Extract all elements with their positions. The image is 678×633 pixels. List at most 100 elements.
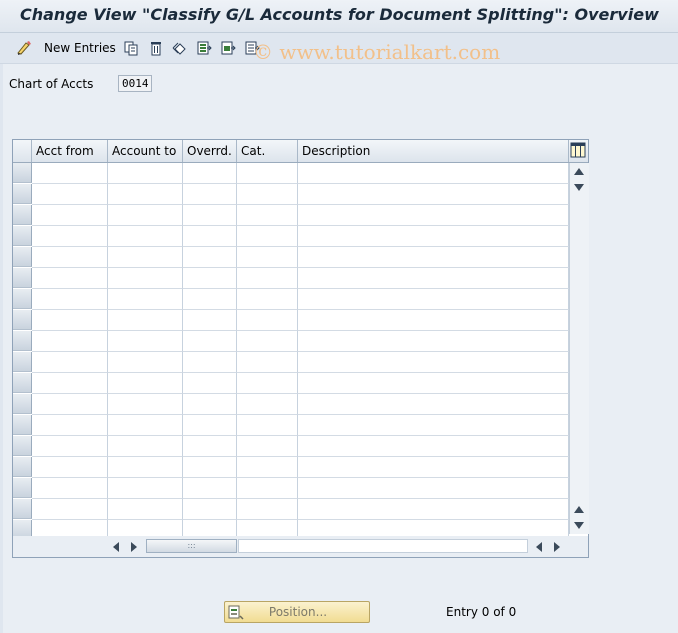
scroll-page-down-icon[interactable] xyxy=(574,522,584,529)
table-cell[interactable] xyxy=(183,373,237,394)
table-cell[interactable] xyxy=(237,352,298,373)
table-cell[interactable] xyxy=(32,247,108,268)
table-cell[interactable] xyxy=(183,289,237,310)
table-cell[interactable] xyxy=(108,394,183,415)
table-cell[interactable] xyxy=(108,184,183,205)
scroll-left-end-icon[interactable] xyxy=(536,542,542,552)
table-cell[interactable] xyxy=(183,184,237,205)
horizontal-scroll-track[interactable] xyxy=(238,539,528,553)
table-cell[interactable] xyxy=(298,205,569,226)
row-selector[interactable] xyxy=(13,205,32,225)
table-cell[interactable] xyxy=(32,289,108,310)
table-cell[interactable] xyxy=(183,457,237,478)
table-cell[interactable] xyxy=(298,394,569,415)
table-cell[interactable] xyxy=(108,499,183,520)
row-selector[interactable] xyxy=(13,478,32,498)
table-cell[interactable] xyxy=(183,163,237,184)
table-cell[interactable] xyxy=(237,415,298,436)
scroll-page-up-icon[interactable] xyxy=(574,506,584,513)
horizontal-scroll-thumb[interactable]: ::: xyxy=(146,539,237,553)
table-cell[interactable] xyxy=(183,394,237,415)
select-block-icon[interactable] xyxy=(219,38,237,58)
new-entries-button[interactable]: New Entries xyxy=(44,38,116,58)
row-selector[interactable] xyxy=(13,373,32,393)
table-cell[interactable] xyxy=(237,205,298,226)
table-cell[interactable] xyxy=(183,205,237,226)
table-cell[interactable] xyxy=(237,499,298,520)
position-button[interactable]: Position... xyxy=(224,601,370,623)
table-cell[interactable] xyxy=(108,478,183,499)
table-cell[interactable] xyxy=(32,499,108,520)
table-cell[interactable] xyxy=(108,289,183,310)
table-cell[interactable] xyxy=(298,457,569,478)
table-cell[interactable] xyxy=(108,247,183,268)
row-selector[interactable] xyxy=(13,268,32,288)
table-cell[interactable] xyxy=(108,457,183,478)
table-cell[interactable] xyxy=(32,457,108,478)
table-cell[interactable] xyxy=(298,478,569,499)
table-cell[interactable] xyxy=(32,436,108,457)
table-cell[interactable] xyxy=(183,268,237,289)
row-selector[interactable] xyxy=(13,394,32,414)
table-cell[interactable] xyxy=(298,247,569,268)
table-cell[interactable] xyxy=(183,331,237,352)
row-selector[interactable] xyxy=(13,184,32,204)
row-selector[interactable] xyxy=(13,457,32,477)
table-cell[interactable] xyxy=(32,184,108,205)
table-cell[interactable] xyxy=(237,163,298,184)
table-cell[interactable] xyxy=(183,415,237,436)
row-selector[interactable] xyxy=(13,352,32,372)
column-header-account-to[interactable]: Account to xyxy=(108,140,183,162)
table-cell[interactable] xyxy=(298,226,569,247)
row-selector[interactable] xyxy=(13,310,32,330)
table-cell[interactable] xyxy=(108,331,183,352)
select-all-rows-cell[interactable] xyxy=(13,140,32,162)
table-cell[interactable] xyxy=(298,163,569,184)
row-selector[interactable] xyxy=(13,289,32,309)
undo-icon[interactable] xyxy=(171,38,189,58)
table-cell[interactable] xyxy=(298,331,569,352)
row-selector[interactable] xyxy=(13,247,32,267)
column-header-description[interactable]: Description xyxy=(298,140,569,162)
table-cell[interactable] xyxy=(183,478,237,499)
table-cell[interactable] xyxy=(32,352,108,373)
table-cell[interactable] xyxy=(298,184,569,205)
table-cell[interactable] xyxy=(32,331,108,352)
vertical-scrollbar[interactable] xyxy=(569,163,589,534)
table-cell[interactable] xyxy=(237,457,298,478)
chart-of-accts-field[interactable]: 0014 xyxy=(118,75,152,92)
table-cell[interactable] xyxy=(108,205,183,226)
table-cell[interactable] xyxy=(237,289,298,310)
table-cell[interactable] xyxy=(298,289,569,310)
table-cell[interactable] xyxy=(298,352,569,373)
table-cell[interactable] xyxy=(183,310,237,331)
table-cell[interactable] xyxy=(237,373,298,394)
table-cell[interactable] xyxy=(32,268,108,289)
table-cell[interactable] xyxy=(108,415,183,436)
table-cell[interactable] xyxy=(237,226,298,247)
table-cell[interactable] xyxy=(183,436,237,457)
table-cell[interactable] xyxy=(108,436,183,457)
row-selector[interactable] xyxy=(13,499,32,519)
table-cell[interactable] xyxy=(237,331,298,352)
scroll-down-icon[interactable] xyxy=(574,184,584,191)
edit-toggle-icon[interactable] xyxy=(14,38,34,58)
table-cell[interactable] xyxy=(32,415,108,436)
copy-icon[interactable] xyxy=(122,38,140,58)
table-cell[interactable] xyxy=(237,478,298,499)
row-selector[interactable] xyxy=(13,436,32,456)
row-selector[interactable] xyxy=(13,226,32,246)
table-cell[interactable] xyxy=(237,394,298,415)
column-header-cat[interactable]: Cat. xyxy=(237,140,298,162)
table-settings-icon[interactable] xyxy=(570,142,586,158)
delete-icon[interactable] xyxy=(147,38,165,58)
table-cell[interactable] xyxy=(298,499,569,520)
scroll-right-icon[interactable] xyxy=(131,542,137,552)
table-cell[interactable] xyxy=(32,394,108,415)
table-cell[interactable] xyxy=(32,163,108,184)
table-cell[interactable] xyxy=(237,268,298,289)
table-cell[interactable] xyxy=(298,436,569,457)
table-cell[interactable] xyxy=(108,373,183,394)
row-selector[interactable] xyxy=(13,163,32,183)
table-cell[interactable] xyxy=(108,226,183,247)
